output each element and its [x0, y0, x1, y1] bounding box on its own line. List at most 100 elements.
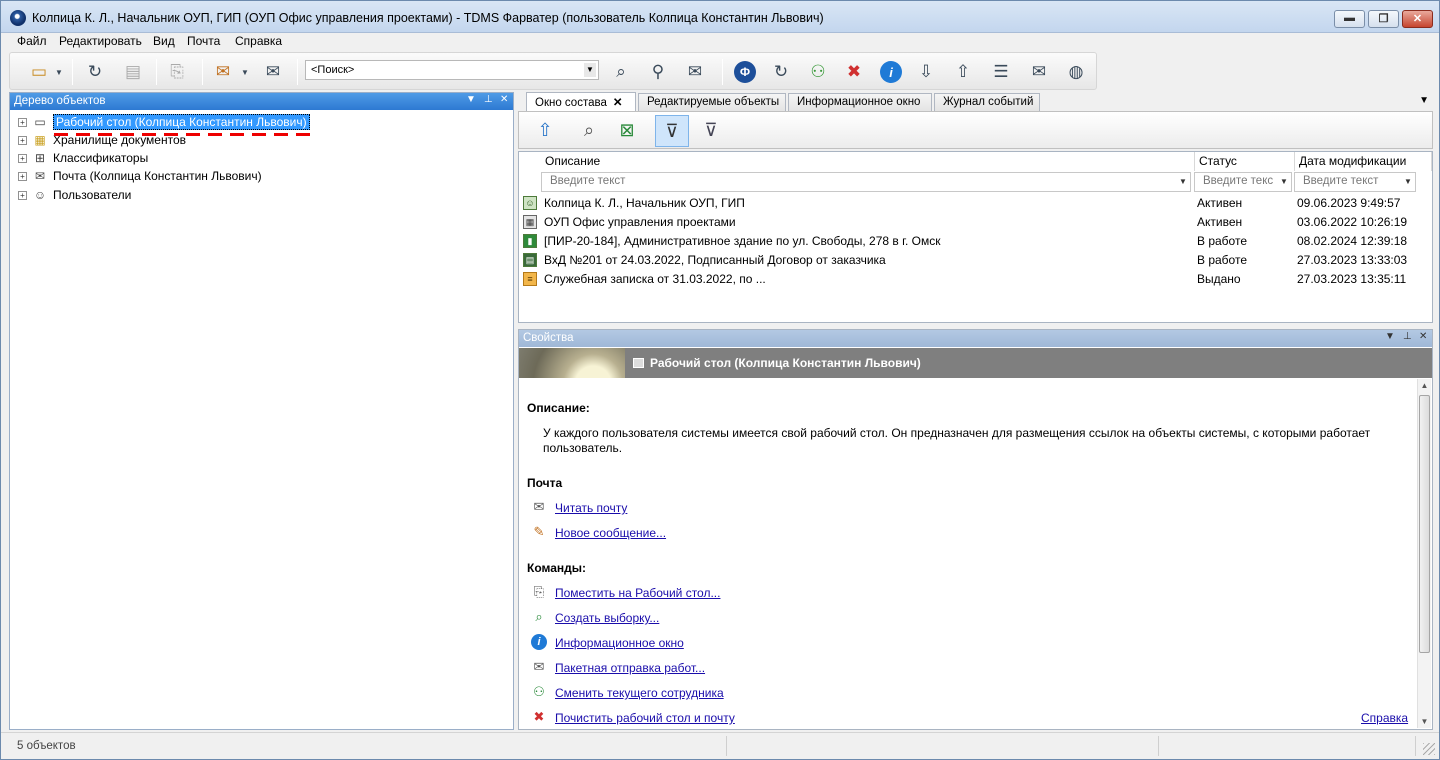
table-row[interactable]: ☺ Колпица К. Л., Начальник ОУП, ГИП Акти…: [519, 194, 1432, 213]
tab-edited-objects[interactable]: Редактируемые объекты: [638, 93, 786, 111]
tab-label: Информационное окно: [797, 96, 921, 108]
new-object-icon[interactable]: ▭: [28, 61, 50, 83]
pin-icon[interactable]: ⊥: [484, 94, 493, 105]
object-tree-panel: Дерево объектов ▼ ⊥ ✕ + ▭ Рабочий стол (…: [9, 92, 514, 730]
add-to-desktop-link[interactable]: Поместить на Рабочий стол...: [555, 586, 720, 600]
properties-icon[interactable]: ▤: [122, 61, 144, 83]
tree-item-mail[interactable]: + ✉ Почта (Колпица Константин Львович): [10, 167, 262, 185]
info-window-link[interactable]: Информационное окно: [555, 636, 684, 650]
message-dropdown-icon[interactable]: ▼: [240, 61, 250, 83]
pin-icon[interactable]: ⊥: [1403, 331, 1412, 342]
find-in-list-icon[interactable]: ⌕: [577, 118, 601, 142]
chat-icon[interactable]: ☰: [990, 61, 1012, 83]
expand-icon[interactable]: +: [18, 153, 27, 163]
change-user-icon[interactable]: ⚇: [807, 61, 829, 83]
search-input[interactable]: <Поиск>: [311, 64, 354, 76]
tab-event-log[interactable]: Журнал событий: [934, 93, 1040, 111]
search-objects-icon[interactable]: ⌕: [610, 61, 632, 83]
chevron-down-icon[interactable]: ▼: [1402, 175, 1414, 189]
tab-label: Окно состава: [535, 97, 607, 109]
memo-icon: ≡: [523, 272, 537, 286]
menu-file[interactable]: Файл: [17, 34, 47, 48]
column-header-description[interactable]: Описание: [541, 152, 1195, 171]
filter-description-field[interactable]: Введите текст ▼: [541, 172, 1191, 192]
clean-desktop-icon: ✖: [533, 709, 545, 724]
expand-icon[interactable]: +: [18, 171, 27, 181]
close-tab-icon[interactable]: ✕: [613, 97, 623, 109]
column-header-status[interactable]: Статус: [1195, 152, 1295, 171]
new-message-icon[interactable]: ✉: [212, 61, 234, 83]
new-message-link[interactable]: Новое сообщение...: [555, 526, 666, 540]
mail-inbox-icon[interactable]: ✉: [1028, 61, 1050, 83]
scroll-up-icon[interactable]: ▲: [1418, 381, 1431, 390]
row-description: Колпица К. Л., Начальник ОУП, ГИП: [544, 196, 745, 210]
check-in-icon[interactable]: ⇩: [915, 61, 937, 83]
tree-item-users[interactable]: + ☺ Пользователи: [10, 186, 131, 204]
status-cell: [728, 736, 1159, 756]
farvater-icon[interactable]: Ф: [734, 61, 756, 83]
tree-item-classifiers[interactable]: + ⊞ Классификаторы: [10, 149, 148, 167]
panel-menu-icon[interactable]: ▼: [466, 94, 476, 105]
export-excel-icon[interactable]: ⊠: [615, 118, 639, 142]
search-users-icon[interactable]: ⚲: [647, 61, 669, 83]
resize-grip-icon[interactable]: [1423, 743, 1435, 755]
info-icon[interactable]: i: [880, 61, 902, 83]
menu-edit[interactable]: Редактировать: [59, 34, 142, 48]
table-row[interactable]: ▮ [ПИР-20-184], Административное здание …: [519, 232, 1432, 251]
up-level-icon[interactable]: ⇧: [533, 118, 557, 142]
clear-filter-icon[interactable]: ⊽: [699, 118, 723, 142]
expand-icon[interactable]: +: [18, 117, 27, 127]
send-icon[interactable]: ✉: [262, 61, 284, 83]
expand-icon[interactable]: +: [18, 190, 27, 200]
refresh-all-icon[interactable]: ↻: [770, 61, 792, 83]
paste-icon[interactable]: ⎘: [166, 61, 188, 83]
maximize-button[interactable]: ❐: [1368, 10, 1399, 28]
table-row[interactable]: ▤ ВхД №201 от 24.03.2022, Подписанный До…: [519, 251, 1432, 270]
status-cell-count: 5 объектов: [5, 736, 727, 756]
expand-icon[interactable]: +: [18, 135, 27, 145]
scroll-thumb[interactable]: [1419, 395, 1430, 653]
search-mail-icon[interactable]: ✉: [684, 61, 706, 83]
panel-menu-icon[interactable]: ▼: [1385, 331, 1395, 342]
row-status: В работе: [1197, 253, 1248, 267]
filter-date-field[interactable]: Введите текст ▼: [1294, 172, 1416, 192]
clean-desktop-icon[interactable]: ✖: [843, 61, 865, 83]
close-panel-icon[interactable]: ✕: [1419, 331, 1427, 342]
filter-icon[interactable]: ⊽: [655, 115, 689, 147]
read-mail-link[interactable]: Читать почту: [555, 501, 627, 515]
chevron-down-icon[interactable]: ▼: [1278, 175, 1290, 189]
menu-mail[interactable]: Почта: [187, 34, 220, 48]
tab-composition[interactable]: Окно состава ✕: [526, 92, 636, 111]
table-row[interactable]: ≡ Служебная записка от 31.03.2022, по ..…: [519, 270, 1432, 289]
chevron-down-icon[interactable]: ▼: [584, 63, 596, 77]
filter-status-field[interactable]: Введите текс ▼: [1194, 172, 1292, 192]
close-panel-icon[interactable]: ✕: [500, 94, 508, 105]
filter-placeholder: Введите текс: [1203, 175, 1274, 187]
tree-item-desktop[interactable]: + ▭ Рабочий стол (Колпица Константин Льв…: [10, 113, 310, 131]
tab-info-window[interactable]: Информационное окно: [788, 93, 932, 111]
table-row[interactable]: ▦ ОУП Офис управления проектами Активен …: [519, 213, 1432, 232]
desktop-icon: ▭: [34, 115, 46, 129]
minimize-button[interactable]: ▬: [1334, 10, 1365, 28]
properties-header: Свойства ▼ ⊥ ✕: [519, 330, 1432, 347]
row-date: 27.03.2023 13:33:03: [1297, 253, 1408, 267]
search-combobox[interactable]: <Поиск> ▼: [305, 60, 599, 80]
chevron-down-icon[interactable]: ▼: [1177, 175, 1189, 189]
menu-view[interactable]: Вид: [153, 34, 175, 48]
tabs-menu-icon[interactable]: ▼: [1419, 95, 1429, 106]
check-out-icon[interactable]: ⇧: [952, 61, 974, 83]
menu-help[interactable]: Справка: [235, 34, 282, 48]
close-button[interactable]: ✕: [1402, 10, 1433, 28]
refresh-icon[interactable]: ↻: [84, 61, 106, 83]
help-link[interactable]: Справка: [1361, 711, 1408, 725]
change-user-link[interactable]: Сменить текущего сотрудника: [555, 686, 724, 700]
column-header-date[interactable]: Дата модификации: [1295, 152, 1432, 171]
web-icon[interactable]: ◍: [1065, 61, 1087, 83]
window-title: Колпица К. Л., Начальник ОУП, ГИП (ОУП О…: [32, 11, 824, 25]
batch-send-link[interactable]: Пакетная отправка работ...: [555, 661, 705, 675]
new-dropdown-icon[interactable]: ▼: [54, 61, 64, 83]
scroll-down-icon[interactable]: ▼: [1418, 717, 1431, 726]
create-selection-link[interactable]: Создать выборку...: [555, 611, 659, 625]
clean-desktop-link[interactable]: Почистить рабочий стол и почту: [555, 711, 735, 725]
properties-scrollbar[interactable]: ▲ ▼: [1417, 379, 1431, 728]
